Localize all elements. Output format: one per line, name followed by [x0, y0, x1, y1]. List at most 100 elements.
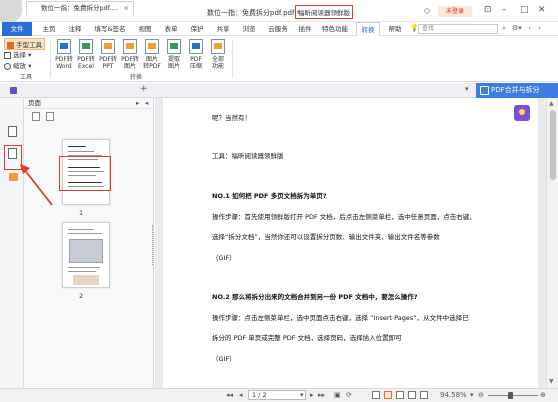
- single-page-icon[interactable]: [372, 391, 380, 399]
- premium-icon[interactable]: ◇: [424, 6, 430, 15]
- tab-help[interactable]: 帮助: [384, 22, 406, 36]
- tab-extra[interactable]: 插件: [294, 22, 316, 36]
- tools-group-label: 工具: [20, 74, 33, 81]
- search-input[interactable]: 查找: [418, 24, 498, 34]
- search-icon[interactable]: ⌕: [502, 24, 506, 33]
- nav-prev-icon[interactable]: ‹: [528, 24, 531, 32]
- tab-fill-sign[interactable]: 填写&签名: [90, 22, 130, 36]
- next-page-icon[interactable]: ▸: [310, 390, 314, 400]
- pdf-to-word-label: PDF转 Word: [55, 56, 73, 70]
- paragraph: 操作步骤：点击左侧菜单栏，选中页面点击右键，选择 “Insert Pages”，…: [212, 314, 469, 322]
- minimize-icon[interactable]: –: [502, 5, 507, 15]
- all-features-button[interactable]: 全部 功能: [206, 39, 230, 70]
- rotate-icon[interactable]: ⟳: [346, 390, 352, 400]
- image-to-pdf-label: 图片 转PDF: [143, 56, 161, 70]
- hand-tool-label: 手型工具: [16, 41, 42, 49]
- first-page-icon[interactable]: ◂◂: [226, 390, 233, 400]
- page-number: 1: [79, 209, 84, 217]
- grid-icon: [211, 39, 225, 54]
- paragraph: 拆分的 PDF 单页或完整 PDF 文档，选择页码，选择插入位置即可: [212, 334, 402, 342]
- settings-icon[interactable]: ⊡: [484, 5, 492, 15]
- document-list-icon[interactable]: [10, 87, 17, 94]
- tab-view[interactable]: 视图: [134, 22, 156, 36]
- pdf-to-ppt-label: PDF转 PPT: [99, 56, 117, 70]
- extract-icon: [167, 39, 181, 54]
- tab-browse[interactable]: 浏览: [238, 22, 260, 36]
- zoom-tool[interactable]: 缩放 ▾: [4, 60, 31, 70]
- comments-panel-icon[interactable]: [9, 173, 18, 181]
- maximize-icon[interactable]: □: [520, 5, 529, 15]
- convert-group-label: 转换: [130, 74, 143, 81]
- page-dropdown-icon[interactable]: ▾: [300, 390, 304, 400]
- tab-features[interactable]: 特色功能: [318, 22, 352, 36]
- prev-page-icon[interactable]: ◂: [239, 390, 243, 400]
- continuous-page-icon[interactable]: [384, 391, 392, 399]
- pdf-to-image-label: PDF转 图片: [121, 56, 139, 70]
- settings-dropdown-icon[interactable]: ⚙▾: [512, 24, 522, 32]
- tab-cloud[interactable]: 云服务: [264, 22, 292, 36]
- tab-home[interactable]: 主页: [38, 22, 60, 36]
- tab-file[interactable]: 文件: [2, 22, 32, 36]
- pdf-to-excel-button[interactable]: PDF转 Excel: [74, 39, 98, 70]
- tab-share[interactable]: 共享: [212, 22, 234, 36]
- pdf-to-word-button[interactable]: PDF转 Word: [52, 39, 76, 70]
- nav-next-icon[interactable]: ›: [538, 24, 541, 32]
- document-page: 呢？当然有！ 工具：福昕阅读器领鲜版 NO.1 如何把 PDF 多页文档拆为单页…: [163, 98, 538, 388]
- gif-caption: （GIF）: [212, 254, 236, 262]
- compress-icon: [189, 39, 203, 54]
- divider: [232, 40, 233, 78]
- panel-collapse-icon[interactable]: ◂: [145, 98, 148, 109]
- pdf-to-excel-label: PDF转 Excel: [77, 56, 95, 70]
- merge-split-label: PDF合并与拆分: [491, 86, 540, 94]
- panel-options-icon[interactable]: ▸: [136, 98, 139, 109]
- scrollbar-thumb[interactable]: [550, 110, 556, 180]
- page-view-icon[interactable]: ▣: [334, 390, 341, 400]
- login-button[interactable]: 未登录: [438, 6, 472, 17]
- app-edition-highlight: 福昕阅读器领鲜版: [295, 5, 353, 19]
- zoom-out-icon[interactable]: ⊖: [478, 390, 484, 400]
- last-page-icon[interactable]: ▸▸: [318, 390, 325, 400]
- window-title: 数位一指：免费拆分pdf.pdf *: [207, 9, 301, 17]
- thumbnail-highlight: [59, 156, 111, 191]
- thumb-tool-icon[interactable]: [32, 112, 40, 121]
- vertical-scrollbar[interactable]: ▲ ▼: [546, 98, 558, 388]
- tab-comment[interactable]: 注释: [64, 22, 86, 36]
- pdf-compress-button[interactable]: PDF 压缩: [184, 39, 208, 70]
- close-tab-icon[interactable]: ×: [124, 2, 129, 15]
- ai-assistant-icon[interactable]: [514, 105, 530, 121]
- paragraph: 工具：福昕阅读器领鲜版: [212, 152, 284, 160]
- zoom-slider[interactable]: [488, 395, 538, 396]
- tab-convert[interactable]: 转换: [356, 22, 380, 36]
- zoom-dropdown-icon[interactable]: ▾: [470, 390, 474, 400]
- zoom-slider-knob[interactable]: [508, 392, 513, 399]
- document-tab[interactable]: 数位一指：免费拆分pdf.... ×: [26, 1, 134, 15]
- close-icon[interactable]: ✕: [538, 5, 546, 15]
- zoom-in-icon[interactable]: ⊕: [540, 390, 546, 400]
- thumb-tool-icon[interactable]: [46, 112, 54, 121]
- pdf-merge-split-button[interactable]: PDF合并与拆分: [476, 83, 558, 98]
- section-heading: NO.2 那么将拆分出来的文档合并到另一份 PDF 文档中，要怎么操作?: [212, 293, 418, 301]
- continuous-facing-icon[interactable]: [408, 391, 416, 399]
- page-thumbnail-panel: 页面 ▸ ◂ 1 2: [24, 98, 154, 388]
- fullscreen-icon[interactable]: [420, 391, 428, 399]
- scroll-down-icon[interactable]: ▼: [549, 378, 554, 385]
- section-heading: NO.1 如何把 PDF 多页文档拆为单页?: [212, 192, 327, 200]
- facing-page-icon[interactable]: [396, 391, 404, 399]
- ribbon-toolbar: 手型工具 选择 ▾ 缩放 ▾ 工具 PDF转 Word PDF转 Excel PDF…: [0, 36, 558, 82]
- side-nav: [0, 98, 24, 388]
- new-tab-button[interactable]: +: [140, 84, 148, 94]
- page-number-input[interactable]: 1 / 2: [248, 390, 306, 400]
- tab-form[interactable]: 表单: [160, 22, 182, 36]
- scroll-up-icon[interactable]: ▲: [549, 100, 554, 107]
- select-tool[interactable]: 选择 ▾: [4, 49, 31, 59]
- pdf-to-image-button[interactable]: PDF转 图片: [118, 39, 142, 70]
- tab-protect[interactable]: 保护: [186, 22, 208, 36]
- tab-dropdown-icon[interactable]: ▾: [465, 85, 469, 93]
- cursor-icon: [4, 51, 11, 59]
- app-logo[interactable]: [0, 0, 22, 22]
- page-thumbnail[interactable]: [62, 222, 110, 288]
- extract-images-button[interactable]: 提取 图片: [162, 39, 186, 70]
- image-to-pdf-button[interactable]: 图片 转PDF: [140, 39, 164, 70]
- bookmark-panel-icon[interactable]: [8, 126, 17, 137]
- pdf-to-ppt-button[interactable]: PDF转 PPT: [96, 39, 120, 70]
